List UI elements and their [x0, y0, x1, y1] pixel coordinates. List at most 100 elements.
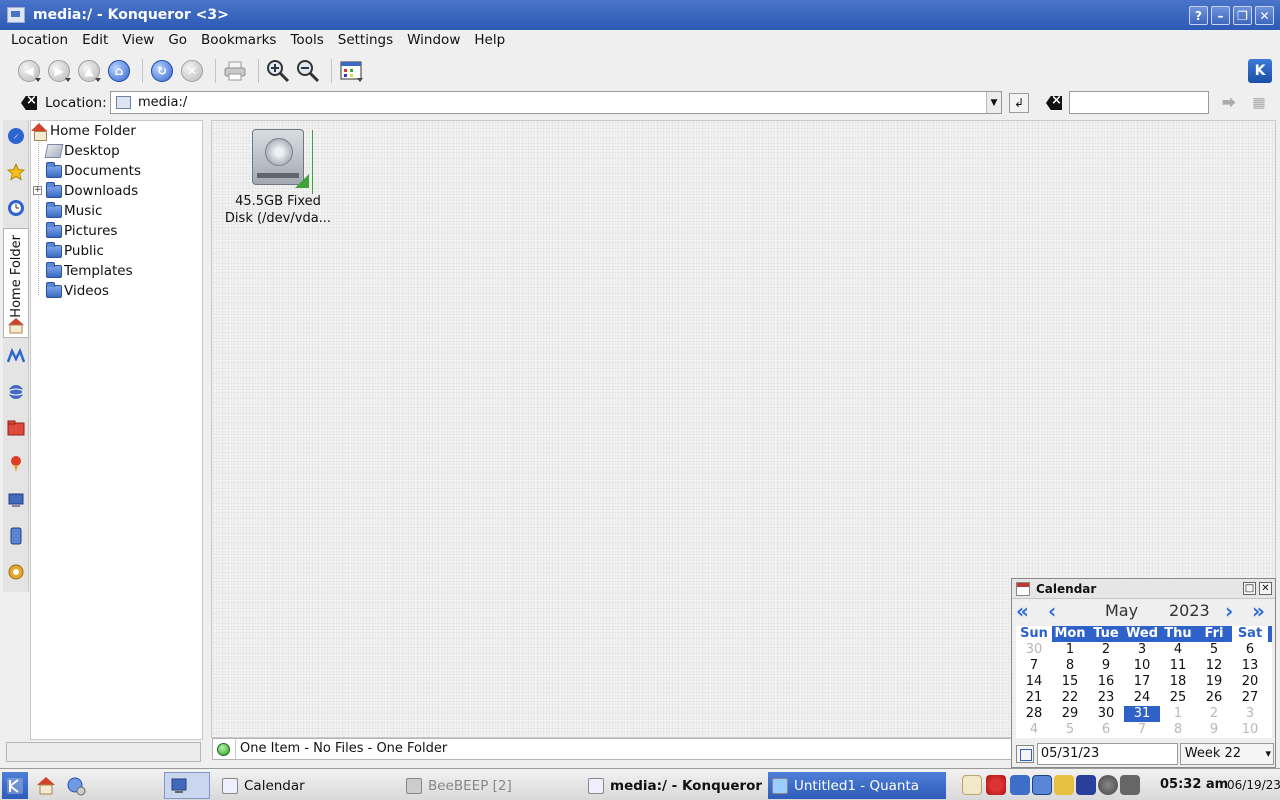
calendar-day[interactable]: 2 [1196, 706, 1232, 722]
today-icon[interactable] [1016, 744, 1034, 763]
calendar-day[interactable]: 11 [1160, 658, 1196, 674]
minimize-button[interactable]: – [1211, 6, 1230, 25]
calendar-day[interactable]: 22 [1052, 690, 1088, 706]
calendar-month[interactable]: May [1105, 601, 1138, 620]
calendar-day[interactable]: 26 [1196, 690, 1232, 706]
calendar-titlebar[interactable]: Calendar □ ✕ [1012, 579, 1275, 599]
menu-help[interactable]: Help [467, 30, 512, 52]
location-value[interactable]: media:/ [138, 95, 187, 110]
media-player-icon[interactable] [6, 346, 26, 366]
task-quanta[interactable]: Untitled1 - Quanta [768, 772, 946, 799]
root-folder-icon[interactable] [6, 418, 26, 438]
display-icon[interactable] [1032, 775, 1052, 795]
calendar-day[interactable]: 5 [1196, 642, 1232, 658]
previous-month-icon[interactable]: ‹ [1048, 601, 1068, 621]
calendar-close-button[interactable]: ✕ [1259, 582, 1272, 595]
window-menu-icon[interactable] [7, 7, 25, 23]
disk-item[interactable]: 45.5GB Fixed Disk (/dev/vda... [224, 129, 332, 227]
tray-utility-icon[interactable] [1120, 775, 1140, 795]
calendar-day[interactable]: 9 [1088, 658, 1124, 674]
tree-item-documents[interactable]: Documents [46, 161, 141, 181]
tree-item-pictures[interactable]: Pictures [46, 221, 117, 241]
calendar-day-selected[interactable]: 31 [1124, 706, 1160, 722]
calendar-day[interactable]: 4 [1160, 642, 1196, 658]
calendar-day[interactable]: 23 [1088, 690, 1124, 706]
tree-item-desktop[interactable]: Desktop [44, 141, 120, 161]
calendar-day[interactable]: 15 [1052, 674, 1088, 690]
security-icon[interactable] [1054, 775, 1074, 795]
calendar-day[interactable]: 12 [1196, 658, 1232, 674]
print-button[interactable] [222, 58, 248, 84]
location-dropdown-arrow[interactable]: ▼ [986, 92, 1001, 113]
history-icon[interactable] [6, 198, 26, 218]
home-button[interactable]: ⌂ [106, 58, 132, 84]
calendar-day[interactable]: 3 [1124, 642, 1160, 658]
go-button[interactable]: ↲ [1009, 93, 1029, 113]
clear-search-icon[interactable] [1046, 96, 1062, 110]
search-input[interactable] [1069, 91, 1209, 114]
klipper-icon[interactable] [962, 775, 982, 795]
calendar-day[interactable]: 9 [1196, 722, 1232, 738]
calendar-day[interactable]: 6 [1232, 642, 1268, 658]
calendar-day[interactable]: 27 [1232, 690, 1268, 706]
network-status-icon[interactable] [986, 775, 1006, 795]
tree-item-templates[interactable]: Templates [46, 261, 133, 281]
sidebar-splitter[interactable] [205, 120, 209, 740]
calendar-day[interactable]: 16 [1088, 674, 1124, 690]
calendar-date-input[interactable]: 05/31/23 [1036, 742, 1178, 765]
update-icon[interactable] [1010, 775, 1030, 795]
calendar-day[interactable]: 13 [1232, 658, 1268, 674]
volume-icon[interactable] [1098, 775, 1118, 795]
forward-button[interactable]: ▶ [46, 58, 72, 84]
tree-item-home-folder[interactable]: Home Folder [31, 121, 136, 141]
next-month-icon[interactable]: › [1225, 601, 1245, 621]
settings-tab-icon[interactable] [6, 562, 26, 582]
taskbar-clock[interactable]: 05:32 am [1160, 777, 1228, 792]
search-go-icon[interactable]: ⮕ [1218, 93, 1240, 113]
calendar-day[interactable]: 25 [1160, 690, 1196, 706]
task-konqueror[interactable]: media:/ - Konqueror [584, 772, 764, 799]
disk-tab-icon[interactable] [6, 526, 26, 546]
tree-item-videos[interactable]: Videos [46, 281, 109, 301]
taskbar-date[interactable]: 06/19/23 [1227, 778, 1280, 792]
calendar-day[interactable]: 4 [1016, 722, 1052, 738]
calendar-day[interactable]: 6 [1088, 722, 1124, 738]
calendar-day[interactable]: 3 [1232, 706, 1268, 722]
next-year-icon[interactable]: » [1252, 601, 1272, 621]
location-input[interactable]: media:/ ▼ [110, 91, 1002, 114]
clear-location-icon[interactable] [21, 96, 37, 110]
calendar-day[interactable]: 28 [1016, 706, 1052, 722]
calendar-day[interactable]: 1 [1052, 642, 1088, 658]
week-select[interactable]: Week 22 [1179, 742, 1275, 765]
calendar-day[interactable]: 20 [1232, 674, 1268, 690]
maximize-button[interactable]: ❐ [1233, 6, 1252, 25]
menu-settings[interactable]: Settings [331, 30, 400, 52]
menu-bookmarks[interactable]: Bookmarks [194, 30, 283, 52]
close-button[interactable]: ✕ [1255, 6, 1274, 25]
title-bar[interactable]: media:/ - Konqueror <3> ? – ❐ ✕ [0, 0, 1280, 30]
bookmarks-navigator-icon[interactable] [6, 126, 26, 146]
kde-logo-icon[interactable]: K [1248, 59, 1272, 83]
menu-edit[interactable]: Edit [75, 30, 115, 52]
calendar-day[interactable]: 2 [1088, 642, 1124, 658]
calendar-day[interactable]: 14 [1016, 674, 1052, 690]
home-launcher[interactable] [32, 772, 58, 799]
screen-icon[interactable] [1076, 775, 1096, 795]
tree-item-downloads[interactable]: Downloads [46, 181, 138, 201]
network-launcher[interactable] [62, 772, 88, 799]
stop-button[interactable]: ✕ [179, 58, 205, 84]
calendar-day[interactable]: 18 [1160, 674, 1196, 690]
calendar-day[interactable]: 7 [1124, 722, 1160, 738]
tree-item-public[interactable]: Public [46, 241, 104, 261]
devices-icon[interactable] [6, 490, 26, 510]
menu-go[interactable]: Go [161, 30, 194, 52]
calendar-day[interactable]: 24 [1124, 690, 1160, 706]
menu-location[interactable]: Location [4, 30, 75, 52]
task-calendar[interactable]: Calendar [218, 772, 398, 799]
kmenu-button[interactable] [2, 772, 28, 799]
tree-item-music[interactable]: Music [46, 201, 102, 221]
network-icon[interactable] [6, 382, 26, 402]
help-button[interactable]: ? [1189, 6, 1208, 25]
calendar-year[interactable]: 2023 [1169, 601, 1210, 620]
up-button[interactable]: ▲ [76, 58, 102, 84]
